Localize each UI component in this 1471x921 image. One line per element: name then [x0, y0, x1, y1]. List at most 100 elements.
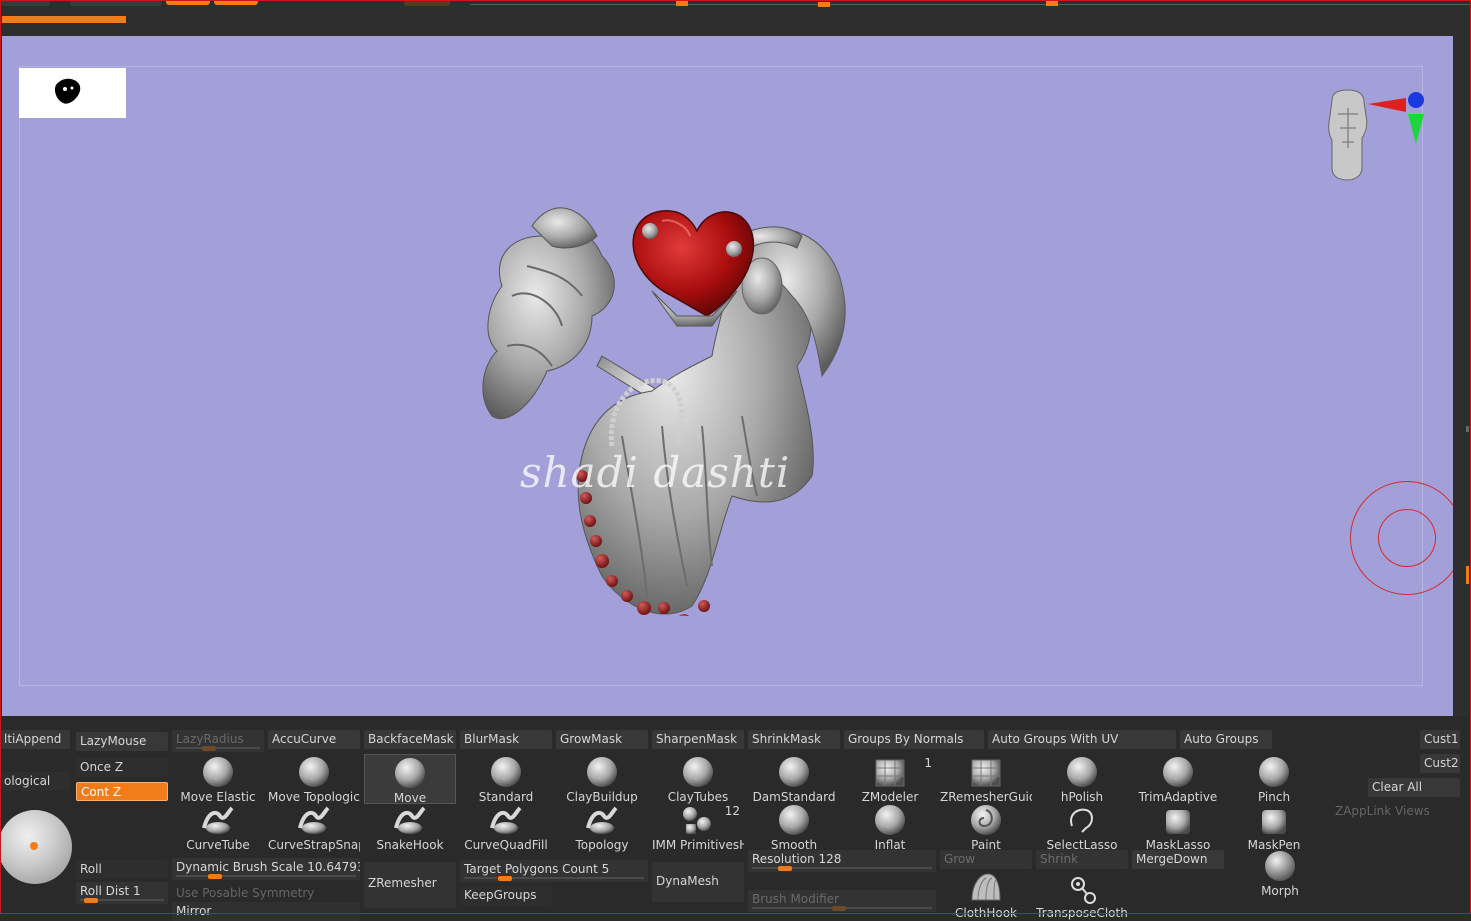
transpose-gyro-icon[interactable]: [1350, 481, 1453, 595]
cust1-button[interactable]: Cust1: [1420, 730, 1460, 749]
dynamic-brush-scale-slider[interactable]: Dynamic Brush Scale 10.64793: [172, 858, 360, 880]
curvestrapsnap-brush[interactable]: CurveStrapSnap: [268, 802, 360, 852]
masklasso-brush[interactable]: MaskLasso: [1132, 802, 1224, 852]
sphere-dot: [30, 842, 38, 850]
keep-groups-button[interactable]: KeepGroups: [460, 886, 552, 905]
clothhook-brush[interactable]: ClothHook: [940, 870, 1032, 920]
material-sphere[interactable]: [0, 810, 72, 884]
selectlasso-brush-icon: [1036, 802, 1128, 838]
backface-mask-button[interactable]: BackfaceMask: [364, 730, 456, 749]
shrink-mask-button[interactable]: ShrinkMask: [748, 730, 840, 749]
brush-label: IMM PrimitivesH: [652, 838, 744, 852]
accu-curve-button[interactable]: AccuCurve: [268, 730, 360, 749]
once-z-button[interactable]: Once Z: [76, 758, 168, 777]
brush-count-badge: 1: [924, 756, 932, 770]
use-posable-symmetry-label[interactable]: Use Posable Symmetry: [176, 886, 314, 900]
inflat-brush-icon: [844, 802, 936, 838]
thumbnail-preview: [19, 68, 126, 118]
topology-brush-icon: [556, 802, 648, 838]
cont-z-button[interactable]: Cont Z: [76, 782, 168, 801]
topology-brush[interactable]: Topology: [556, 802, 648, 852]
slider-handle[interactable]: [832, 906, 846, 911]
move-topological-brush-icon: [268, 754, 360, 790]
damstandard-brush[interactable]: DamStandard: [748, 754, 840, 804]
shrink-button[interactable]: Shrink: [1036, 850, 1128, 869]
move-elastic-brush[interactable]: Move Elastic: [172, 754, 264, 804]
auto-groups-button[interactable]: Auto Groups: [1180, 730, 1272, 749]
merge-down-button[interactable]: MergeDown: [1132, 850, 1224, 869]
lazy-mouse-button[interactable]: LazyMouse: [76, 732, 168, 751]
trimadaptive-brush[interactable]: TrimAdaptive: [1132, 754, 1224, 804]
zremesher-button[interactable]: ZRemesher: [364, 862, 456, 908]
brush-modifier-label: Brush Modifier: [752, 892, 839, 906]
claytubes-brush[interactable]: ClayTubes: [652, 754, 744, 804]
curvetube-brush[interactable]: CurveTube: [172, 802, 264, 852]
lazy-radius-slider[interactable]: LazyRadius: [172, 730, 264, 752]
brush-label: Topology: [575, 838, 629, 852]
dynamesh-button[interactable]: DynaMesh: [652, 862, 744, 902]
maskpen-brush[interactable]: MaskPen: [1228, 802, 1320, 852]
masklasso-brush-icon: [1132, 802, 1224, 838]
smooth-brush[interactable]: Smooth: [748, 802, 840, 852]
resolution-slider[interactable]: Resolution 128: [748, 850, 936, 872]
pinch-brush[interactable]: Pinch: [1228, 754, 1320, 804]
toolbar-orange-button[interactable]: [166, 0, 210, 5]
move-brush[interactable]: Move: [364, 754, 456, 805]
slider-handle[interactable]: [84, 898, 98, 903]
roll-dist-slider[interactable]: Roll Dist 1: [76, 882, 168, 904]
inflat-brush[interactable]: Inflat: [844, 802, 936, 852]
slider-handle[interactable]: [208, 874, 222, 879]
claybuildup-brush-icon: [556, 754, 648, 790]
topological-button[interactable]: ological: [0, 772, 70, 791]
zremesherguide-brush[interactable]: ZRemesherGuide: [940, 754, 1032, 804]
imm-primitives-brush[interactable]: IMM PrimitivesH 12: [652, 802, 744, 852]
selectlasso-brush[interactable]: SelectLasso: [1036, 802, 1128, 852]
head-navigator-icon[interactable]: [1326, 88, 1436, 191]
toolbar-slider-handle[interactable]: [818, 2, 830, 7]
target-polygons-label: Target Polygons Count 5: [464, 862, 610, 876]
claybuildup-brush[interactable]: ClayBuildup: [556, 754, 648, 804]
zmodeler-brush[interactable]: ZModeler 1: [844, 754, 936, 804]
sharpen-mask-button[interactable]: SharpenMask: [652, 730, 744, 749]
move-brush-icon: [365, 755, 455, 791]
move-topological-brush[interactable]: Move Topological: [268, 754, 360, 804]
toolbar-segment: [0, 0, 50, 6]
snakehook-brush[interactable]: SnakeHook: [364, 802, 456, 852]
grow-button[interactable]: Grow: [940, 850, 1032, 869]
curvetube-brush-icon: [172, 802, 264, 838]
cust2-button[interactable]: Cust2: [1420, 754, 1460, 773]
slider-handle[interactable]: [202, 746, 216, 751]
bottom-tray: ltiAppend LazyMouse LazyRadius AccuCurve…: [0, 716, 1471, 921]
transposecloth-brush[interactable]: TransposeCloth: [1036, 870, 1128, 920]
toolbar-slider-handle[interactable]: [676, 1, 688, 6]
grow-mask-button[interactable]: GrowMask: [556, 730, 648, 749]
toolbar-orange-button[interactable]: [214, 0, 258, 5]
blur-mask-button[interactable]: BlurMask: [460, 730, 552, 749]
multi-append-button[interactable]: ltiAppend: [0, 730, 70, 749]
standard-brush[interactable]: Standard: [460, 754, 552, 804]
slider-handle[interactable]: [498, 876, 512, 881]
toolbar-slider-handle[interactable]: [1046, 1, 1058, 6]
auto-groups-uv-button[interactable]: Auto Groups With UV: [988, 730, 1176, 749]
scroll-handle[interactable]: [1466, 566, 1469, 584]
brush-label: CurveStrapSnap: [268, 838, 360, 852]
paint-brush[interactable]: Paint: [940, 802, 1032, 852]
clear-all-button[interactable]: Clear All: [1368, 778, 1460, 797]
zapplink-views-label: ZAppLink Views: [1335, 804, 1430, 818]
brush-modifier-slider[interactable]: Brush Modifier: [748, 890, 936, 912]
mirror-button[interactable]: Mirror: [172, 902, 360, 921]
target-polygons-slider[interactable]: Target Polygons Count 5: [460, 860, 648, 882]
progress-bar: [2, 16, 126, 23]
groups-by-normals-button[interactable]: Groups By Normals: [844, 730, 984, 749]
maskpen-brush-icon: [1228, 802, 1320, 838]
hpolish-brush[interactable]: hPolish: [1036, 754, 1128, 804]
slider-handle[interactable]: [778, 866, 792, 871]
curvequadfill-brush-icon: [460, 802, 552, 838]
roll-dist-label: Roll Dist 1: [80, 884, 141, 898]
morph-brush[interactable]: Morph: [1234, 848, 1326, 898]
curvestrapsnap-brush-icon: [268, 802, 360, 838]
slider-track: [176, 747, 260, 749]
curvequadfill-brush[interactable]: CurveQuadFill: [460, 802, 552, 852]
document-viewport[interactable]: shadi dashti: [2, 36, 1453, 716]
roll-button[interactable]: Roll: [76, 860, 168, 879]
